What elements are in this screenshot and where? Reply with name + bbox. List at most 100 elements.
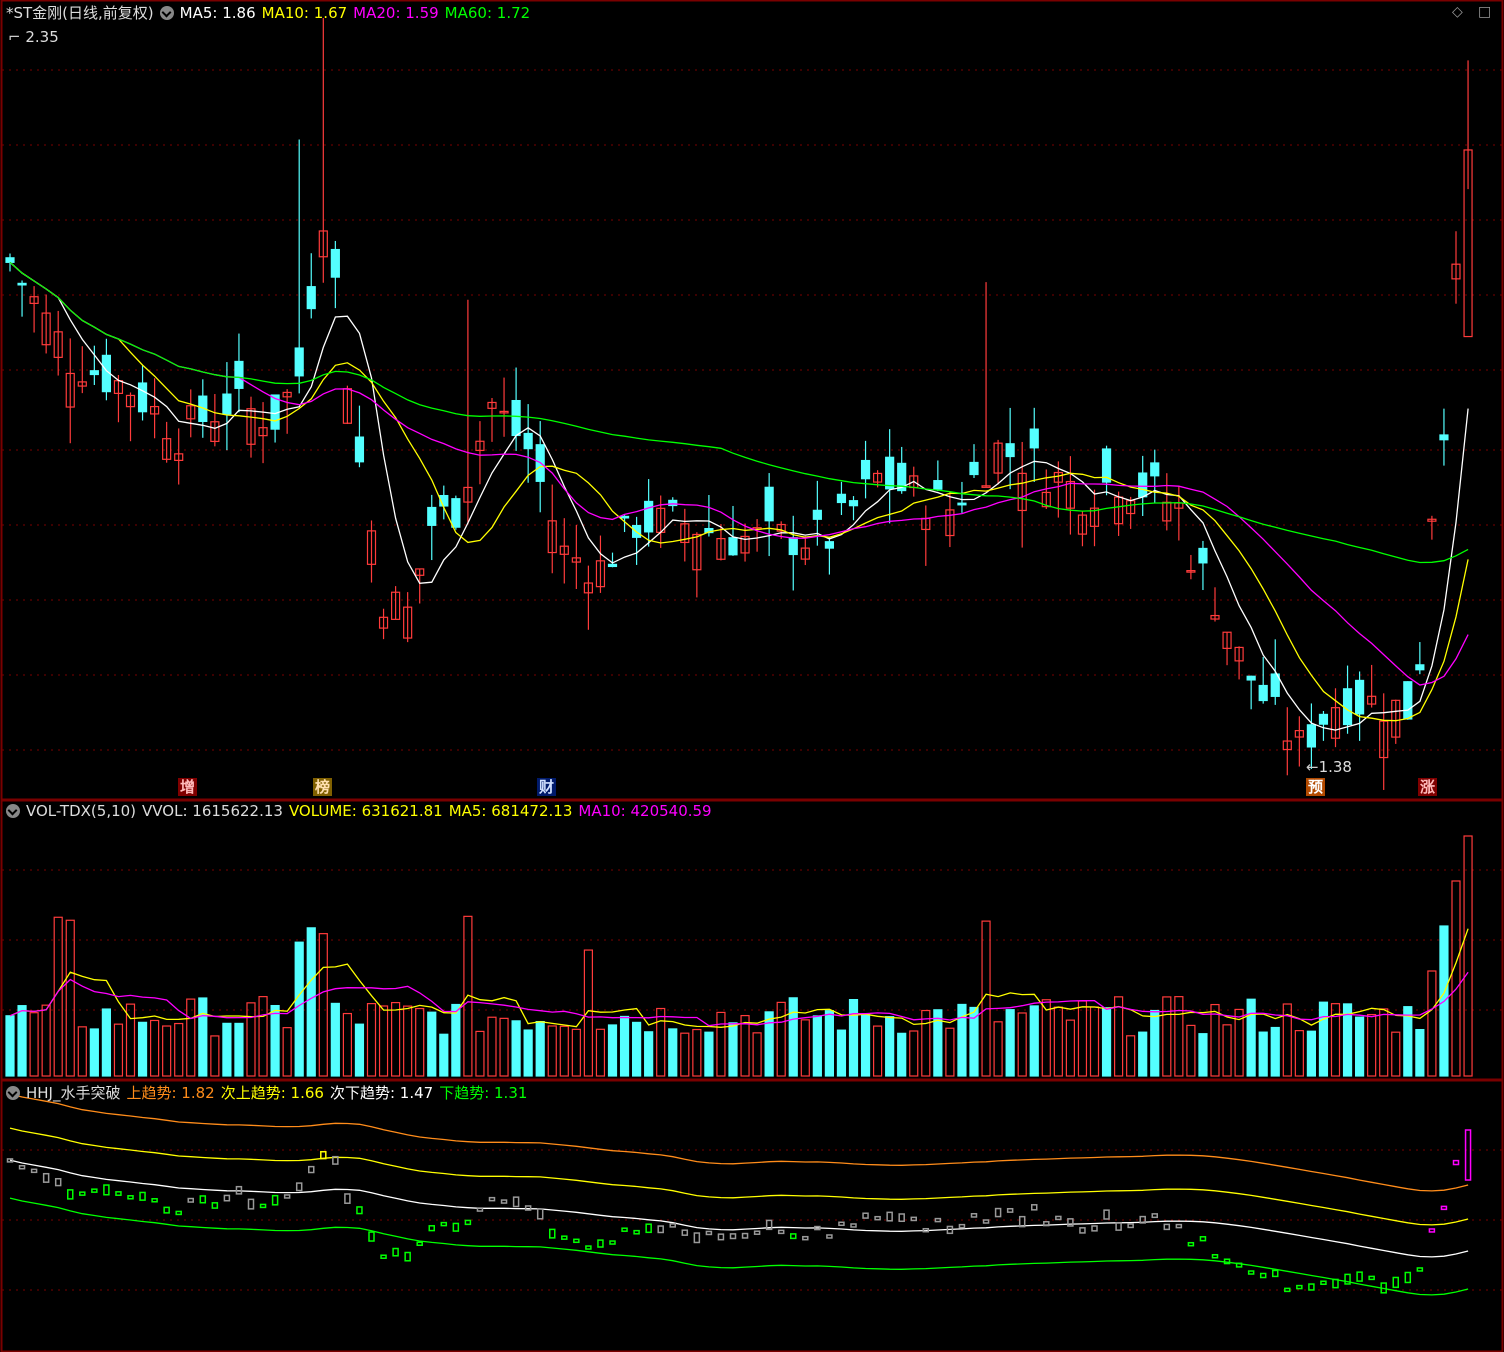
candle-body	[860, 459, 871, 480]
volume-bar	[656, 1007, 666, 1077]
diamond-icon[interactable]: ◇	[1452, 4, 1463, 20]
hhj-pane[interactable]: HHJ_水手突破 上趋势: 1.82 次上趋势: 1.66 次下趋势: 1.47 下趋势…	[0, 1080, 1504, 1352]
hhj-bar	[549, 1228, 556, 1239]
dropdown-icon[interactable]	[6, 1086, 20, 1100]
volume-chart[interactable]	[0, 800, 1504, 1080]
candle-body	[1439, 434, 1449, 441]
volume-bar	[1451, 880, 1461, 1077]
hhj-bar	[464, 1219, 472, 1226]
volume-bar	[1089, 1006, 1100, 1077]
price-pane[interactable]: *ST金刚(日线,前复权) MA5: 1.86 MA10: 1.67 MA20: 1.…	[0, 0, 1504, 800]
hhj-chart[interactable]	[0, 1080, 1504, 1352]
hhj-bar	[30, 1168, 38, 1174]
hhj-bar	[54, 1177, 62, 1187]
hhj-bar	[308, 1165, 315, 1174]
hhj-bar	[1018, 1215, 1026, 1228]
candle-body	[17, 282, 27, 286]
volume-bar	[1138, 1031, 1148, 1077]
volume-bar	[1258, 1031, 1268, 1077]
candle-body	[969, 461, 979, 476]
volume-bar	[716, 1011, 726, 1077]
hhj-bar	[344, 1193, 351, 1204]
stock-title[interactable]: *ST金刚(日线,前复权)	[6, 4, 154, 22]
hhj-bar	[561, 1235, 568, 1240]
volume-bar	[1379, 1008, 1389, 1077]
hhj-bar	[524, 1205, 532, 1211]
volume-bar	[800, 1019, 810, 1077]
volume-bar	[210, 1035, 220, 1077]
volume-bar	[137, 1021, 148, 1077]
dropdown-icon[interactable]	[159, 6, 174, 20]
marker-yu[interactable]: 预	[1306, 778, 1326, 796]
hhj-line-0	[9, 1093, 1469, 1192]
volume-bar	[1463, 835, 1473, 1077]
candle-body	[1354, 679, 1365, 715]
volume-bar	[258, 996, 268, 1077]
marker-bang[interactable]: 榜	[313, 778, 333, 796]
ma60-label: MA60: 1.72	[444, 4, 531, 22]
hhj-bar	[18, 1165, 26, 1170]
hhj-bar	[1091, 1225, 1098, 1232]
candle-body	[668, 499, 678, 507]
hhj-line-3	[9, 1197, 1469, 1296]
volume-bar	[788, 997, 798, 1077]
hhj-bar	[621, 1227, 628, 1232]
volume-bar	[535, 1020, 545, 1077]
hhj-sub-up: 次上趋势: 1.66	[220, 1084, 324, 1102]
hhj-bar	[874, 1215, 881, 1221]
candle-body	[619, 515, 630, 519]
hhj-bar	[1115, 1222, 1122, 1231]
marker-zhang[interactable]: 涨	[1418, 778, 1438, 796]
volume-bar	[1270, 1026, 1280, 1077]
hhj-bar	[1247, 1270, 1255, 1275]
volume-bar	[1427, 970, 1437, 1077]
volume-pane[interactable]: VOL-TDX(5,10) VVOL: 1615622.13 VOLUME: 631…	[0, 800, 1504, 1080]
hhj-bar	[573, 1238, 580, 1244]
volume-bar	[1222, 1024, 1232, 1077]
hhj-bar	[1127, 1223, 1134, 1229]
hhj-bar	[404, 1251, 411, 1262]
volume-bar	[378, 1005, 389, 1077]
volume-bar	[318, 933, 328, 1077]
hhj-bar	[283, 1194, 291, 1199]
hhj-indicator[interactable]: HHJ_水手突破	[26, 1084, 120, 1102]
candle-body	[1342, 688, 1353, 726]
hhj-bar	[1416, 1267, 1424, 1272]
expand-icon[interactable]: □	[1478, 4, 1491, 20]
candle-body	[1306, 724, 1317, 748]
hhj-bar	[320, 1150, 327, 1160]
ma5-label: MA5: 1.86	[179, 4, 256, 22]
vol-indicator[interactable]: VOL-TDX(5,10)	[26, 802, 136, 820]
dropdown-icon[interactable]	[6, 804, 20, 818]
candle-body	[234, 360, 244, 389]
volume-bar	[246, 1002, 256, 1077]
candle-body	[222, 393, 232, 415]
volume-bar	[29, 1012, 39, 1077]
hhj-line-2	[9, 1159, 1469, 1258]
candle-body	[957, 502, 967, 506]
hhj-bar	[1344, 1273, 1351, 1285]
volume-bar	[1113, 996, 1124, 1077]
volume-bar	[234, 1022, 244, 1077]
marker-zeng[interactable]: 增	[178, 778, 198, 796]
hhj-bar	[1332, 1278, 1339, 1289]
hhj-bar	[898, 1213, 905, 1223]
hhj-bar	[1235, 1262, 1243, 1268]
price-chart[interactable]	[0, 0, 1504, 800]
candle-body	[933, 480, 943, 490]
hhj-bar	[645, 1223, 652, 1234]
hhj-bar	[440, 1221, 448, 1227]
candle-body	[1005, 443, 1015, 458]
hhj-bar	[163, 1206, 170, 1214]
hhj-sub-down: 次下趋势: 1.47	[329, 1084, 434, 1102]
volume-bar	[77, 1026, 87, 1077]
volume-bar	[559, 1025, 569, 1077]
hhj-header: HHJ_水手突破 上趋势: 1.82 次上趋势: 1.66 次下趋势: 1.47 下趋势…	[6, 1082, 533, 1103]
candle-body	[885, 456, 895, 490]
hhj-bar	[392, 1247, 399, 1257]
marker-cai[interactable]: 财	[537, 778, 557, 796]
volume-bar	[897, 1032, 907, 1077]
candle-body	[1246, 675, 1256, 681]
volume-bar	[1294, 1030, 1304, 1077]
volume-bar	[607, 1024, 618, 1077]
